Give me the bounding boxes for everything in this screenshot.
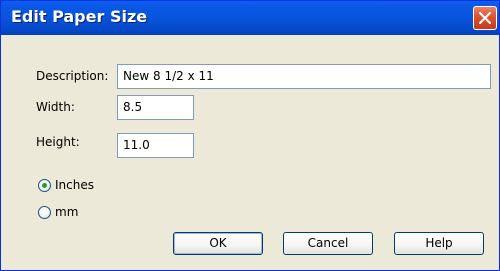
mm-radio[interactable] [38,206,51,219]
inches-radio[interactable] [38,179,51,192]
description-field[interactable]: New 8 1/2 x 11 [117,64,491,89]
description-label: Description: [36,69,109,83]
edit-paper-size-dialog: Edit Paper Size Description: New 8 1/2 x… [0,0,500,271]
title-bar[interactable]: Edit Paper Size [1,1,499,35]
close-icon [479,12,491,24]
width-field[interactable]: 8.5 [117,95,194,120]
close-button[interactable] [473,6,497,30]
width-label: Width: [36,100,75,114]
ok-button[interactable]: OK [173,232,263,255]
help-button[interactable]: Help [394,232,484,255]
height-field[interactable]: 11.0 [117,133,194,158]
dialog-title: Edit Paper Size [11,7,148,26]
inches-radio-label[interactable]: Inches [55,178,94,192]
radio-selected-dot [42,183,47,188]
height-label: Height: [36,135,80,149]
mm-radio-label[interactable]: mm [55,205,78,219]
cancel-button[interactable]: Cancel [283,232,373,255]
